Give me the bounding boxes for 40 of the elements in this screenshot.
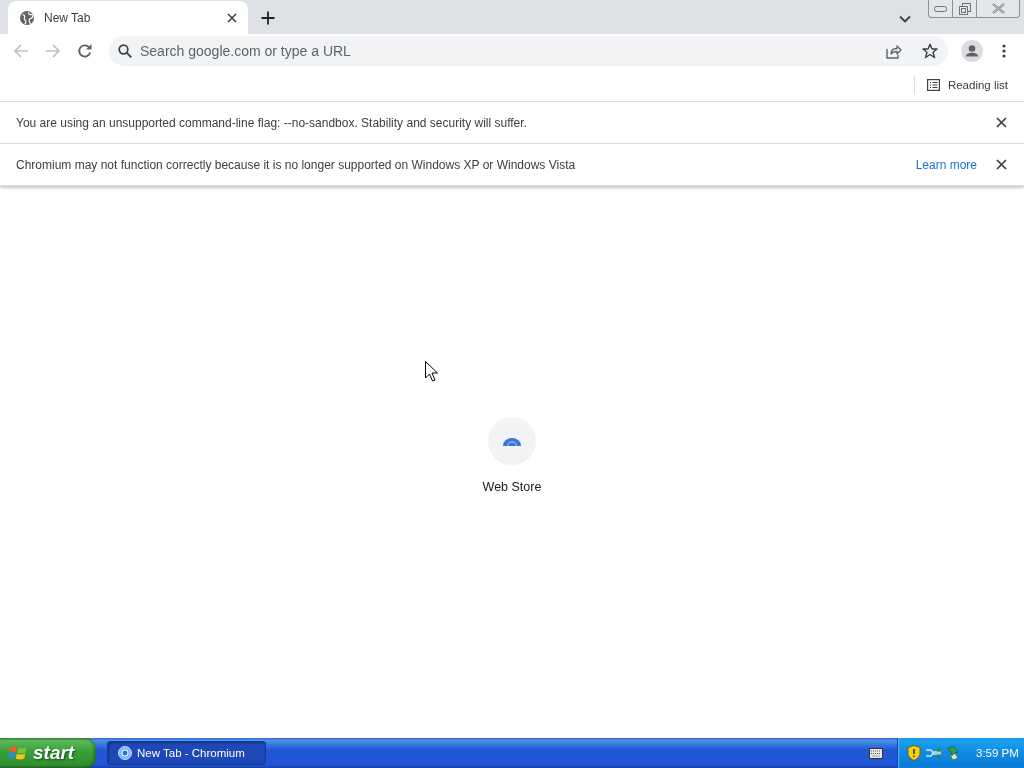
close-icon xyxy=(227,12,237,23)
restore-button[interactable] xyxy=(952,0,977,18)
taskbar-button[interactable]: New Tab - Chromium xyxy=(107,741,266,765)
arc-icon xyxy=(488,417,536,465)
chevron-down-icon xyxy=(899,15,911,23)
mouse-cursor-icon xyxy=(425,361,438,382)
keyboard-button[interactable] xyxy=(869,747,883,759)
infobar-message: Chromium may not function correctly because it is no longer supported on Windows XP or Windows Vista xyxy=(16,157,577,172)
minimize-button[interactable] xyxy=(928,0,953,18)
minimize-icon xyxy=(934,5,947,12)
windows-flag-icon xyxy=(8,744,28,762)
network-cable-icon[interactable] xyxy=(925,746,942,760)
reading-list-button[interactable]: Reading list xyxy=(924,76,1010,93)
close-icon xyxy=(991,3,1005,14)
address-input[interactable]: Search google.com or type a URL xyxy=(140,41,872,61)
profile-button[interactable] xyxy=(958,37,986,65)
reload-icon xyxy=(77,43,93,59)
chromium-icon xyxy=(118,746,132,760)
close-icon xyxy=(995,117,1007,128)
list-icon xyxy=(926,78,940,91)
restore-icon xyxy=(958,2,971,15)
clock: 3:59 PM xyxy=(976,747,1019,759)
infobar-message: You are using an unsupported command-line flag: --no-sandbox. Stability and security will suffer. xyxy=(16,115,528,130)
close-icon xyxy=(995,159,1007,170)
learn-more-link[interactable]: Learn more xyxy=(915,157,977,172)
person-icon xyxy=(961,40,983,62)
card-icon[interactable] xyxy=(946,745,960,761)
search-icon xyxy=(118,44,132,58)
address-bar[interactable]: Search google.com or type a URL xyxy=(109,36,948,66)
tab-title: New Tab xyxy=(44,10,92,25)
shortcut-tile[interactable]: Web Store xyxy=(482,417,542,494)
close-window-button[interactable] xyxy=(976,0,1020,18)
plus-icon xyxy=(261,11,275,25)
globe-icon xyxy=(20,10,34,25)
star-icon xyxy=(922,43,938,59)
browser-tab[interactable]: New Tab xyxy=(8,1,248,34)
menu-dots-icon xyxy=(1002,44,1006,58)
keyboard-icon xyxy=(869,747,883,759)
share-icon xyxy=(886,43,902,59)
shield-icon[interactable] xyxy=(907,745,921,761)
